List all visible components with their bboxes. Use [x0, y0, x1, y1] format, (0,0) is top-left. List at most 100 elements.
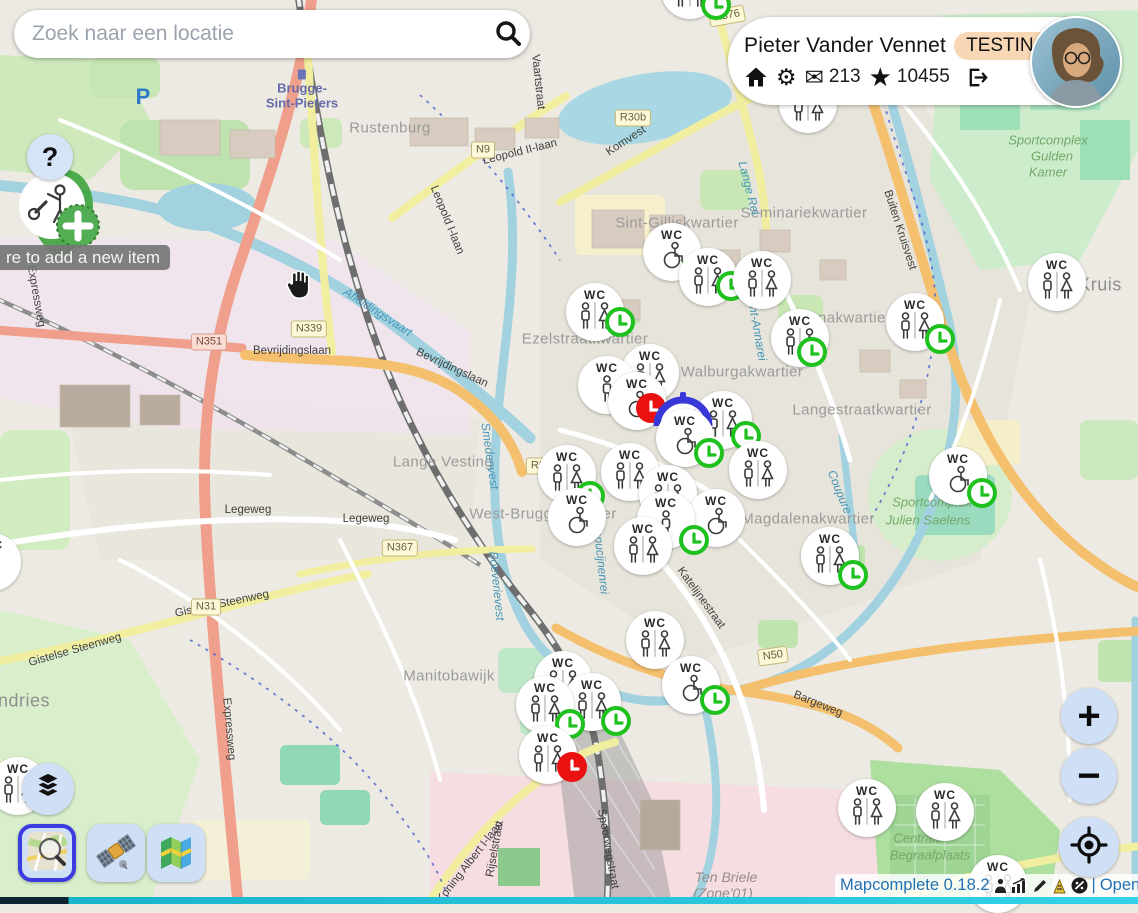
marker-wc-label: WC [0, 539, 3, 551]
marker-wc-label: WC [712, 397, 734, 409]
male-female-icon [847, 797, 887, 832]
toilet-marker[interactable]: WC [838, 779, 896, 837]
zoom-in-button[interactable]: + [1061, 688, 1117, 744]
help-question-mark: ? [42, 142, 59, 173]
male-female-icon [623, 535, 663, 570]
person-icon [0, 551, 12, 586]
toilet-marker[interactable]: WC [916, 783, 974, 841]
zoom-out-button[interactable]: − [1061, 748, 1117, 804]
marker-wc-label: WC [819, 533, 841, 545]
help-button[interactable]: ? [27, 134, 73, 180]
male-female-icon [925, 801, 965, 836]
marker-wc-label: WC [655, 497, 677, 509]
satellite-icon [95, 830, 137, 877]
poi-markers-layer: WC WC WC WC WC WC WC WC WC WC WC WC WC WC WC WC WC WC WC WC… [0, 0, 1138, 904]
messages-icon[interactable]: ✉ [805, 64, 824, 90]
marker-wc-label: WC [934, 789, 956, 801]
layers-button[interactable] [22, 763, 74, 815]
opening-hours-badge[interactable] [679, 525, 709, 555]
osm-carto-icon [27, 831, 67, 876]
marker-wc-label: WC [566, 494, 588, 506]
toilet-marker[interactable]: WC [1028, 253, 1086, 311]
add-item-tooltip: re to add a new item [0, 245, 170, 270]
male-female-icon [738, 459, 778, 494]
statistics-chart-icon[interactable] [1011, 877, 1028, 895]
opening-hours-badge[interactable] [925, 324, 955, 354]
avatar[interactable] [1030, 16, 1122, 108]
marker-wc-label: WC [537, 732, 559, 744]
bottom-progress-bar [0, 897, 1138, 904]
marker-wc-label: WC [581, 679, 603, 691]
marker-wc-label: WC [584, 289, 606, 301]
marker-wc-label: WC [657, 471, 679, 483]
edit-pencil-icon[interactable] [1032, 877, 1048, 895]
changesets-count: 10455 [897, 66, 950, 88]
opening-hours-badge[interactable] [838, 560, 868, 590]
marker-wc-label: WC [534, 682, 556, 694]
opening-hours-badge[interactable] [797, 337, 827, 367]
opening-hours-badge[interactable] [694, 438, 724, 468]
marker-wc-label: WC [904, 299, 926, 311]
male-female-icon [635, 629, 675, 664]
marker-wc-label: WC [705, 495, 727, 507]
logout-icon[interactable] [966, 64, 989, 90]
license-icon[interactable] [1071, 877, 1088, 895]
marker-wc-label: WC [747, 447, 769, 459]
background-satellite-button[interactable] [87, 824, 145, 882]
opening-hours-badge[interactable] [700, 685, 730, 715]
marker-wc-label: WC [789, 315, 811, 327]
toilet-marker[interactable]: WC [614, 517, 672, 575]
closed-clock-badge[interactable] [557, 752, 587, 782]
marker-wc-label: WC [856, 785, 878, 797]
marker-wc-label: WC [674, 415, 696, 427]
search-icon [493, 18, 523, 51]
marker-wc-label: WC [987, 861, 1009, 873]
opening-hours-badge[interactable] [605, 307, 635, 337]
marker-wc-label: WC [556, 451, 578, 463]
opening-hours-badge[interactable] [701, 0, 731, 20]
crosshair-icon [1070, 826, 1108, 869]
grab-hand-cursor [281, 266, 317, 307]
male-female-icon [742, 269, 782, 304]
toilet-marker[interactable]: WC [733, 251, 791, 309]
search-input[interactable] [14, 22, 486, 46]
marker-wc-label: WC [596, 362, 618, 374]
opening-hours-badge[interactable] [967, 478, 997, 508]
male-female-icon [1037, 271, 1077, 306]
settings-gear-icon[interactable]: ⚙ [776, 64, 797, 90]
attribution-separator: | [1092, 876, 1096, 895]
marker-wc-label: WC [632, 523, 654, 535]
marker-wc-label: WC [697, 254, 719, 266]
folded-map-icon [156, 831, 196, 876]
marker-wc-label: WC [751, 257, 773, 269]
messages-count: 213 [829, 66, 861, 88]
attribution-bar: Mapcomplete 0.18.2 | OpenStreetMap [835, 874, 1138, 897]
geolocate-button[interactable] [1059, 817, 1119, 877]
marker-wc-label: WC [680, 662, 702, 674]
marker-wc-label: WC [661, 229, 683, 241]
mapcomplete-version-link[interactable]: Mapcomplete 0.18.2 [840, 876, 990, 895]
background-osm-button[interactable] [18, 824, 76, 882]
home-icon[interactable] [744, 64, 768, 90]
marker-wc-label: WC [626, 378, 648, 390]
mascot-icon[interactable] [1052, 877, 1067, 895]
user-stats-icon[interactable] [994, 877, 1007, 895]
background-map-button[interactable] [147, 824, 205, 882]
user-name: Pieter Vander Vennet [744, 34, 946, 58]
layers-icon [31, 770, 65, 809]
opening-hours-badge[interactable] [601, 706, 631, 736]
changesets-star-icon[interactable]: ★ [869, 64, 892, 90]
marker-wc-label: WC [947, 453, 969, 465]
marker-wc-label: WC [639, 350, 661, 362]
marker-wc-label: WC [644, 617, 666, 629]
openstreetmap-link[interactable]: OpenStreetMap [1100, 876, 1138, 895]
toilet-marker[interactable]: WC [0, 533, 21, 591]
marker-wc-label: WC [619, 449, 641, 461]
search-bar [14, 10, 530, 58]
toilet-marker[interactable]: WC [548, 488, 606, 546]
toilet-marker[interactable]: WC [729, 441, 787, 499]
marker-wc-label: WC [1046, 259, 1068, 271]
marker-wc-label: WC [552, 657, 574, 669]
wheelchair-icon [557, 506, 597, 541]
search-button[interactable] [486, 12, 530, 56]
